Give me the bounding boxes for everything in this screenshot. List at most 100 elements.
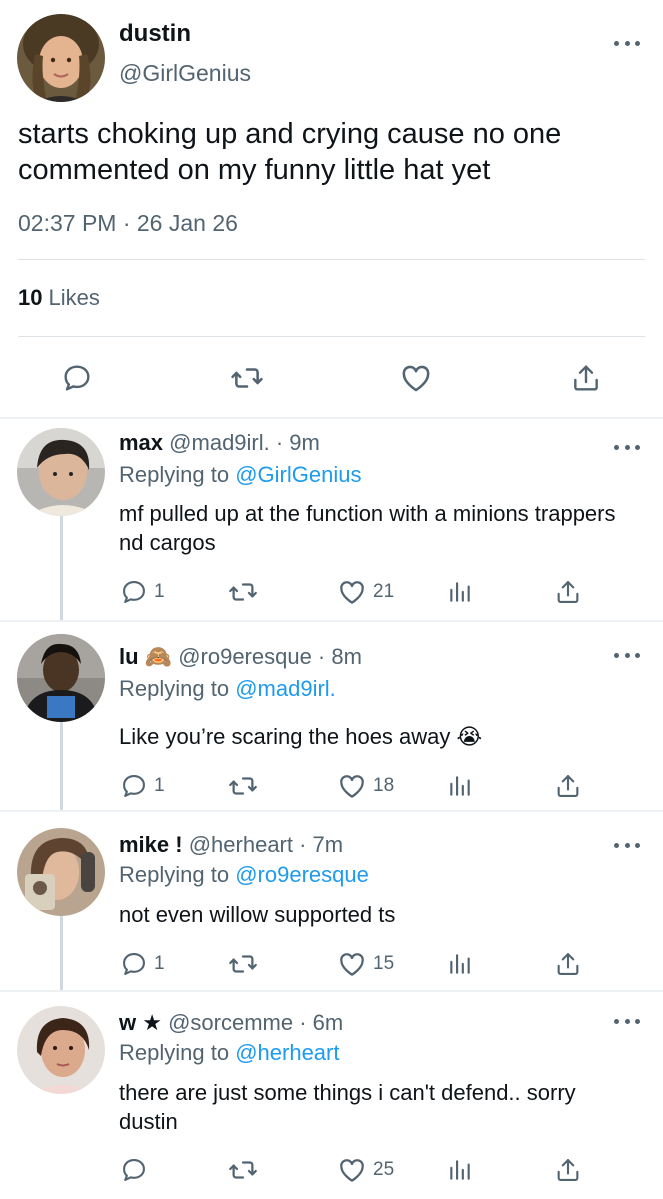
share-button[interactable] — [554, 770, 582, 802]
bar-chart-icon — [450, 582, 470, 602]
share-button[interactable] — [554, 1154, 582, 1186]
share-button[interactable] — [554, 576, 582, 608]
reply-count: 1 — [154, 775, 165, 796]
reply-icon — [123, 775, 145, 797]
retweet-icon — [229, 777, 257, 795]
avatar[interactable] — [17, 14, 105, 102]
reply-icon — [123, 953, 145, 975]
more-options-icon[interactable] — [614, 1016, 640, 1026]
reply-author-name[interactable]: max — [119, 430, 163, 455]
reply-actions: 1 21 — [0, 576, 663, 608]
views-button[interactable] — [447, 576, 473, 608]
like-button[interactable]: 21 — [337, 576, 394, 608]
author-handle[interactable]: @GirlGenius — [119, 60, 251, 87]
author-name[interactable]: dustin — [119, 20, 191, 48]
reply-button[interactable]: 1 — [120, 770, 165, 802]
replying-to-handle[interactable]: @ro9eresque — [235, 862, 369, 887]
avatar[interactable] — [17, 634, 105, 722]
likes-count[interactable]: 10 Likes — [18, 285, 100, 311]
heart-icon — [340, 581, 364, 604]
divider — [18, 336, 645, 337]
reply-tweet[interactable]: max @mad9irl. · 9m Replying to @GirlGeni… — [0, 420, 663, 620]
replying-to-handle[interactable]: @herheart — [235, 1040, 339, 1065]
views-button[interactable] — [447, 1154, 473, 1186]
more-options-icon[interactable] — [614, 442, 640, 452]
retweet-icon[interactable] — [227, 358, 267, 398]
retweet-icon — [229, 955, 257, 973]
replying-to-label: Replying to — [119, 462, 230, 487]
reply-actions: 1 18 — [0, 770, 663, 802]
more-options-icon[interactable] — [614, 650, 640, 660]
reply-author-name[interactable]: lu 🙈 — [119, 644, 172, 669]
reply-header: mike ! @herheart · 7m — [119, 832, 343, 858]
replying-to-label: Replying to — [119, 676, 230, 701]
tweet-timestamp[interactable]: 02:37 PM · 26 Jan 26 — [18, 210, 238, 237]
reply-header: w ★ @sorcemme · 6m — [119, 1010, 343, 1036]
reply-tweet[interactable]: mike ! @herheart · 7m Replying to @ro9er… — [0, 812, 663, 990]
retweet-button[interactable] — [228, 1154, 258, 1186]
reply-icon — [123, 1159, 145, 1181]
reply-text: Like you’re scaring the hoes away 😭 — [119, 724, 483, 749]
avatar[interactable] — [17, 428, 105, 516]
retweet-button[interactable] — [228, 948, 258, 980]
reply-author-handle[interactable]: @ro9eresque · 8m — [178, 644, 362, 669]
share-icon — [557, 775, 579, 797]
views-button[interactable] — [447, 948, 473, 980]
reply-header: lu 🙈 @ro9eresque · 8m — [119, 644, 362, 670]
share-button[interactable] — [554, 948, 582, 980]
heart-icon — [340, 1159, 364, 1182]
reply-tweet[interactable]: w ★ @sorcemme · 6m Replying to @herheart… — [0, 992, 663, 1199]
reply-author-handle[interactable]: @mad9irl. · 9m — [169, 430, 320, 455]
bar-chart-icon — [450, 776, 470, 796]
reply-header: max @mad9irl. · 9m — [119, 430, 320, 456]
tweet-text: starts choking up and crying cause no on… — [18, 118, 562, 186]
reply-actions: 25 — [0, 1154, 663, 1186]
reply-author-handle[interactable]: @sorcemme · 6m — [168, 1010, 343, 1035]
replying-to: Replying to @mad9irl. — [119, 676, 336, 702]
avatar[interactable] — [17, 828, 105, 916]
retweet-button[interactable] — [228, 576, 258, 608]
like-icon[interactable] — [396, 358, 436, 398]
reply-tweet[interactable]: lu 🙈 @ro9eresque · 8m Replying to @mad9i… — [0, 622, 663, 810]
like-count: 18 — [373, 775, 395, 796]
reply-author-handle[interactable]: @herheart · 7m — [189, 832, 343, 857]
divider — [18, 259, 645, 260]
section-divider — [0, 417, 663, 419]
replying-to-label: Replying to — [119, 1040, 230, 1065]
more-options-icon[interactable] — [614, 38, 640, 48]
reply-author-name[interactable]: mike ! — [119, 832, 183, 857]
tweet-actions — [0, 358, 663, 398]
reply-button[interactable] — [120, 1154, 154, 1186]
replying-to-handle[interactable]: @GirlGenius — [235, 462, 361, 487]
share-icon — [557, 953, 579, 975]
heart-icon — [340, 775, 364, 798]
reply-button[interactable]: 1 — [120, 948, 165, 980]
like-button[interactable]: 18 — [337, 770, 394, 802]
bar-chart-icon — [450, 954, 470, 974]
more-options-icon[interactable] — [614, 840, 640, 850]
heart-icon — [340, 953, 364, 976]
replying-to: Replying to @GirlGenius — [119, 462, 361, 488]
likes-label: Likes — [48, 285, 100, 310]
like-button[interactable]: 15 — [337, 948, 394, 980]
reply-author-name[interactable]: w ★ — [119, 1010, 162, 1035]
replying-to-label: Replying to — [119, 862, 230, 887]
retweet-button[interactable] — [228, 770, 258, 802]
share-icon[interactable] — [566, 358, 606, 398]
reply-text: there are just some things i can't defen… — [119, 1080, 576, 1134]
like-count: 21 — [373, 581, 395, 602]
reply-count: 1 — [154, 953, 165, 974]
like-button[interactable]: 25 — [337, 1154, 394, 1186]
replying-to-handle[interactable]: @mad9irl. — [235, 676, 336, 701]
reply-text: not even willow supported ts — [119, 902, 396, 927]
main-tweet: dustin @GirlGenius starts choking up and… — [0, 0, 663, 420]
retweet-icon — [229, 1161, 257, 1179]
reply-icon[interactable] — [57, 358, 97, 398]
like-count: 15 — [373, 953, 395, 974]
replying-to: Replying to @herheart — [119, 1040, 339, 1066]
views-button[interactable] — [447, 770, 473, 802]
avatar[interactable] — [17, 1006, 105, 1094]
reply-button[interactable]: 1 — [120, 576, 165, 608]
reply-text: mf pulled up at the function with a mini… — [119, 501, 616, 555]
bar-chart-icon — [450, 1160, 470, 1180]
